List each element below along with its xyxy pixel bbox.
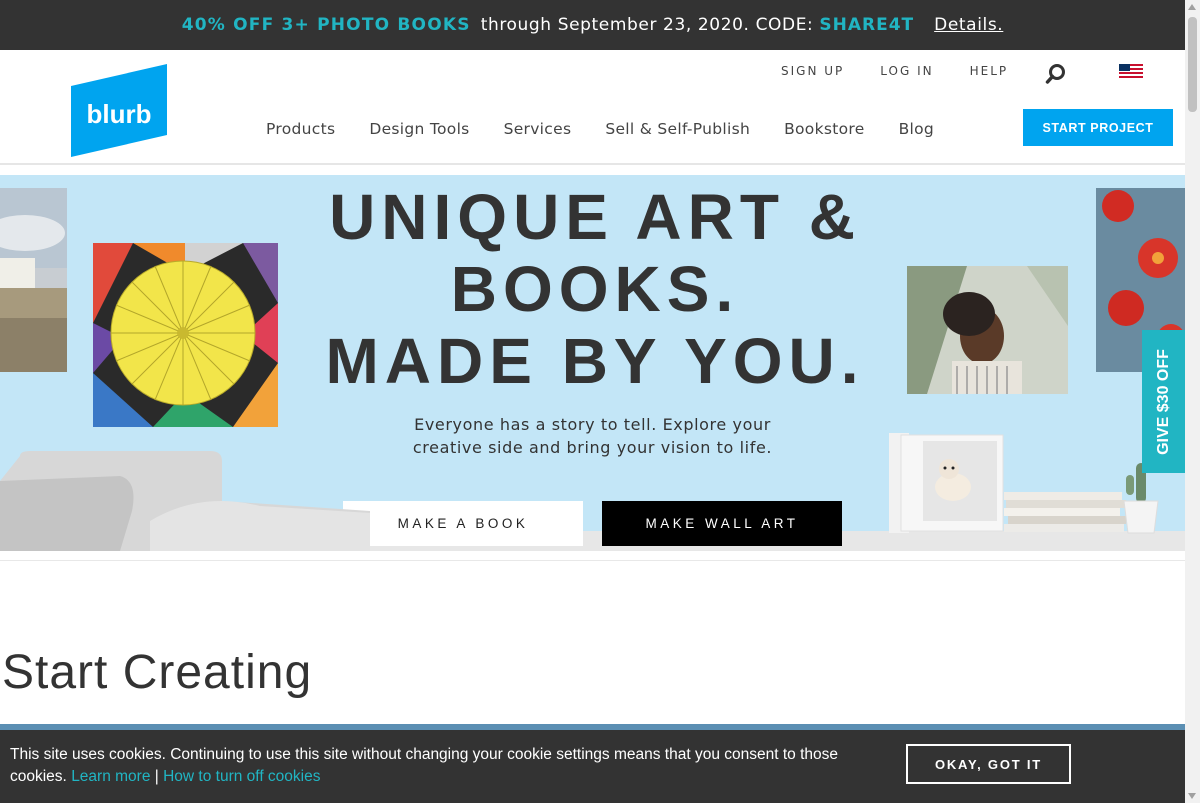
site-header: blurb SIGN UP LOG IN HELP Products Desig…	[0, 50, 1185, 165]
promo-details-link[interactable]: Details.	[934, 15, 1003, 35]
nav-products[interactable]: Products	[266, 120, 335, 138]
logo-text: blurb	[87, 99, 152, 129]
sofa-image	[0, 451, 370, 551]
log-in-link[interactable]: LOG IN	[880, 64, 933, 78]
okay-got-it-button[interactable]: OKAY, GOT IT	[906, 744, 1071, 784]
cookie-banner: This site uses cookies. Continuing to us…	[0, 730, 1185, 803]
hero-title-line-1: UNIQUE ART &	[329, 181, 861, 253]
hero-title-line-3: MADE BY YOU.	[325, 325, 865, 397]
promo-text: through September 23, 2020. CODE:	[480, 15, 814, 35]
scroll-down-arrow-icon[interactable]	[1188, 793, 1196, 799]
promo-code: SHARE4T	[819, 15, 915, 35]
portrait-print-image	[907, 266, 1068, 394]
utility-nav: SIGN UP LOG IN HELP	[781, 64, 1185, 84]
hero-banner: UNIQUE ART & BOOKS. MADE BY YOU. Everyon…	[0, 175, 1185, 551]
turn-off-cookies-link[interactable]: How to turn off cookies	[163, 768, 320, 785]
section-divider	[0, 560, 1185, 561]
give-30-off-tab[interactable]: GIVE $30 OFF	[1142, 330, 1185, 473]
promo-banner: 40% OFF 3+ PHOTO BOOKS through September…	[0, 0, 1185, 50]
us-flag-icon[interactable]	[1119, 64, 1143, 78]
main-nav: Products Design Tools Services Sell & Se…	[266, 120, 968, 138]
make-a-book-button[interactable]: MAKE A BOOK	[343, 501, 583, 546]
hero-title: UNIQUE ART & BOOKS. MADE BY YOU.	[290, 181, 900, 397]
hot-air-balloon-print-image	[93, 243, 278, 427]
page-scrollbar[interactable]	[1185, 0, 1200, 803]
sign-up-link[interactable]: SIGN UP	[781, 64, 844, 78]
start-creating-heading: Start Creating	[2, 646, 313, 699]
scrollbar-thumb[interactable]	[1188, 17, 1197, 112]
photo-book-image	[889, 433, 1004, 533]
nav-bookstore[interactable]: Bookstore	[784, 120, 864, 138]
landscape-print-image	[0, 188, 67, 372]
start-project-button[interactable]: START PROJECT	[1023, 109, 1173, 146]
cookie-message: This site uses cookies. Continuing to us…	[10, 744, 890, 788]
nav-sell-self-publish[interactable]: Sell & Self-Publish	[605, 120, 750, 138]
cookie-separator: |	[154, 768, 159, 785]
give-30-off-label: GIVE $30 OFF	[1154, 348, 1172, 455]
learn-more-link[interactable]: Learn more	[71, 768, 150, 785]
scroll-up-arrow-icon[interactable]	[1188, 4, 1196, 10]
hero-title-line-2: BOOKS.	[450, 253, 740, 325]
search-icon[interactable]	[1045, 63, 1067, 85]
stacked-books-image	[1004, 492, 1126, 532]
nav-design-tools[interactable]: Design Tools	[369, 120, 469, 138]
promo-highlight: 40% OFF 3+ PHOTO BOOKS	[181, 15, 471, 35]
help-link[interactable]: HELP	[970, 64, 1009, 78]
make-wall-art-button[interactable]: MAKE WALL ART	[602, 501, 842, 546]
blurb-logo[interactable]: blurb	[71, 64, 167, 157]
nav-services[interactable]: Services	[504, 120, 572, 138]
hero-subtitle: Everyone has a story to tell. Explore yo…	[412, 415, 773, 457]
nav-blog[interactable]: Blog	[899, 120, 934, 138]
